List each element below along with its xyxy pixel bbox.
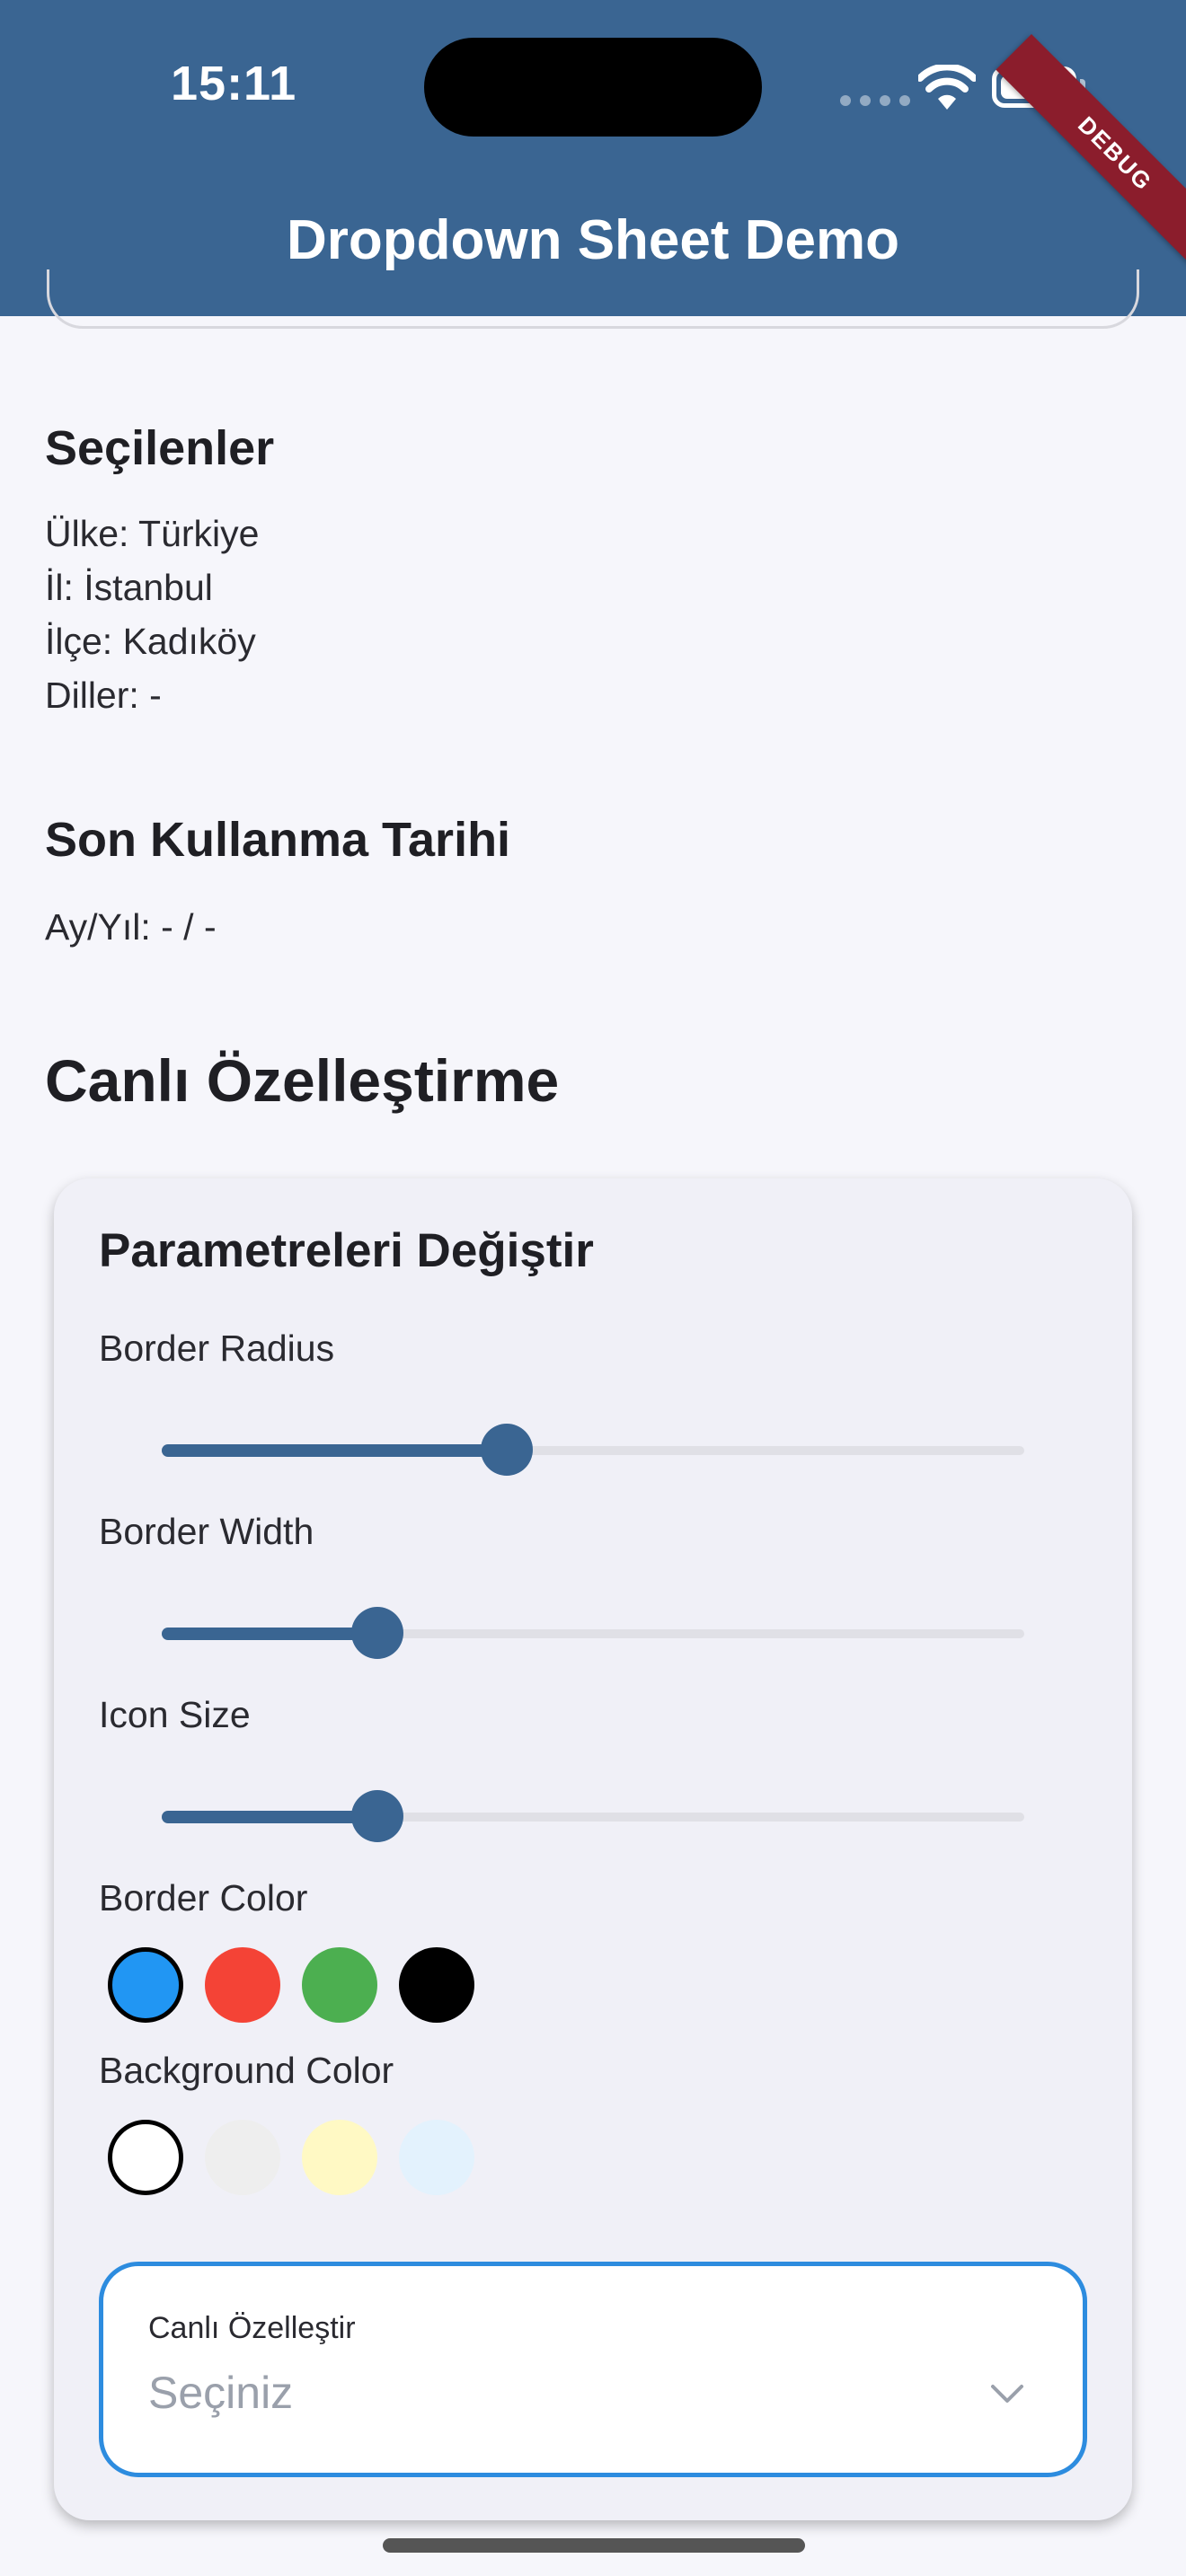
background-color-label: Background Color bbox=[99, 2050, 394, 2091]
selected-country: Ülke: Türkiye bbox=[45, 513, 260, 554]
app-bar-title: Dropdown Sheet Demo bbox=[286, 209, 900, 271]
chevron-down-icon bbox=[991, 2385, 1023, 2403]
border-radius-label: Border Radius bbox=[99, 1328, 335, 1369]
border-width-label: Border Width bbox=[99, 1511, 314, 1552]
selected-district: İlçe: Kadıköy bbox=[45, 621, 256, 662]
live-section-title: Canlı Özelleştirme bbox=[45, 1047, 560, 1114]
color-swatch-0[interactable] bbox=[108, 1947, 183, 2023]
border-width-slider[interactable] bbox=[162, 1606, 1024, 1660]
selected-city: İl: İstanbul bbox=[45, 567, 213, 608]
home-indicator bbox=[383, 2538, 805, 2553]
slider-thumb[interactable] bbox=[351, 1790, 403, 1842]
icon-size-slider[interactable] bbox=[162, 1789, 1024, 1843]
card-title: Parametreleri Değiştir bbox=[99, 1224, 594, 1277]
expiry-value: Ay/Yıl: - / - bbox=[45, 906, 217, 948]
selected-section-title: Seçilenler bbox=[45, 421, 275, 475]
color-swatch-1[interactable] bbox=[205, 2120, 280, 2195]
wifi-icon bbox=[918, 65, 976, 110]
background-color-swatches bbox=[108, 2120, 474, 2195]
dynamic-island bbox=[424, 38, 762, 137]
icon-size-label: Icon Size bbox=[99, 1694, 251, 1735]
dropdown-placeholder: Seçiniz bbox=[148, 2368, 294, 2418]
expiry-section-title: Son Kullanma Tarihi bbox=[45, 813, 511, 867]
slider-active-track bbox=[162, 1628, 377, 1640]
border-color-swatches bbox=[108, 1947, 474, 2023]
selected-languages: Diller: - bbox=[45, 675, 162, 716]
color-swatch-2[interactable] bbox=[302, 1947, 377, 2023]
dropdown-label: Canlı Özelleştir bbox=[148, 2311, 356, 2345]
color-swatch-2[interactable] bbox=[302, 2120, 377, 2195]
cellular-signal-icon bbox=[840, 95, 910, 106]
slider-thumb[interactable] bbox=[351, 1607, 403, 1659]
parameters-card: Parametreleri Değiştir Border Radius Bor… bbox=[54, 1178, 1132, 2520]
color-swatch-3[interactable] bbox=[399, 1947, 474, 2023]
previous-field-edge[interactable] bbox=[47, 269, 1139, 329]
color-swatch-3[interactable] bbox=[399, 2120, 474, 2195]
live-customize-dropdown[interactable]: Canlı Özelleştir Seçiniz bbox=[99, 2262, 1087, 2477]
color-swatch-0[interactable] bbox=[108, 2120, 183, 2195]
slider-thumb[interactable] bbox=[481, 1424, 533, 1476]
status-time: 15:11 bbox=[171, 57, 297, 110]
slider-active-track bbox=[162, 1444, 507, 1457]
border-radius-slider[interactable] bbox=[162, 1423, 1024, 1477]
border-color-label: Border Color bbox=[99, 1877, 308, 1919]
color-swatch-1[interactable] bbox=[205, 1947, 280, 2023]
slider-active-track bbox=[162, 1811, 377, 1823]
